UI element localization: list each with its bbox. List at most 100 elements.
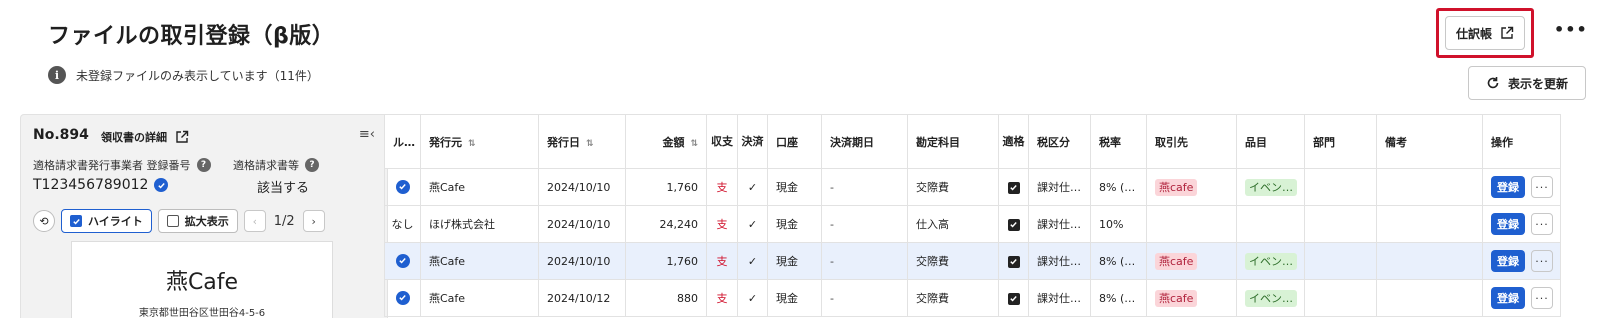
memo-cell[interactable]	[1376, 168, 1483, 206]
inout-cell[interactable]: 支	[706, 168, 738, 206]
memo-cell[interactable]	[1376, 205, 1483, 243]
issuer-cell[interactable]: 燕Cafe	[420, 168, 539, 206]
help-icon[interactable]: ?	[305, 158, 319, 172]
col-rule[interactable]: ル…	[384, 114, 421, 169]
issuer-cell[interactable]: ほげ株式会社	[420, 205, 539, 243]
table-row[interactable]: なし ほげ株式会社 2024/10/10 24,240 支 ✓ 現金 - 仕入高…	[384, 205, 1561, 243]
taxcat-cell[interactable]: 課対仕…	[1028, 168, 1091, 206]
taxcat-cell[interactable]: 課対仕…	[1028, 279, 1091, 317]
rate-cell[interactable]: 10%	[1090, 205, 1147, 243]
rate-cell[interactable]: 8% (…	[1090, 279, 1147, 317]
more-menu-button[interactable]: •••	[1554, 20, 1588, 39]
amount-cell[interactable]: 1,760	[625, 242, 707, 280]
col-inout: 収支	[706, 114, 738, 169]
next-page-button[interactable]: ›	[302, 210, 325, 232]
date-cell[interactable]: 2024/10/10	[538, 242, 626, 280]
dept-cell[interactable]	[1304, 279, 1377, 317]
inout-cell[interactable]: 支	[706, 279, 738, 317]
date-cell[interactable]: 2024/10/12	[538, 279, 626, 317]
checkbox-checked-icon	[1007, 255, 1020, 268]
help-icon[interactable]: ?	[196, 158, 211, 172]
receipt-detail-link[interactable]: 領収書の詳細	[101, 129, 189, 145]
row-more-button[interactable]: ···	[1531, 213, 1553, 235]
issuer-cell[interactable]: 燕Cafe	[420, 279, 539, 317]
action-cell: 登録 ···	[1482, 205, 1561, 243]
register-button[interactable]: 登録	[1491, 213, 1525, 235]
sort-icon[interactable]: ⇅	[468, 139, 476, 149]
rate-cell[interactable]: 8% (…	[1090, 242, 1147, 280]
sort-icon[interactable]: ⇅	[586, 139, 594, 149]
col-due: 決済期日	[821, 114, 908, 169]
memo-cell[interactable]	[1376, 242, 1483, 280]
col-date[interactable]: 発行日 ⇅	[538, 114, 626, 169]
col-rate: 税率	[1090, 114, 1147, 169]
invoice-label-row: 適格請求書等 ?	[233, 157, 319, 173]
subject-cell[interactable]: 交際費	[907, 279, 999, 317]
zoom-label: 拡大表示	[184, 215, 229, 228]
inout-cell[interactable]: 支	[706, 242, 738, 280]
taxcat-cell[interactable]: 課対仕…	[1028, 205, 1091, 243]
partner-cell[interactable]: 燕cafe	[1146, 279, 1237, 317]
item-cell[interactable]: イベン…	[1236, 279, 1305, 317]
register-button[interactable]: 登録	[1491, 250, 1525, 272]
partner-cell[interactable]	[1146, 205, 1237, 243]
action-cell: 登録 ···	[1482, 279, 1561, 317]
rule-applied-icon	[395, 253, 410, 268]
dept-cell[interactable]	[1304, 205, 1377, 243]
amount-cell[interactable]: 880	[625, 279, 707, 317]
taxcat-cell[interactable]: 課対仕…	[1028, 242, 1091, 280]
subject-cell[interactable]: 交際費	[907, 168, 999, 206]
due-cell[interactable]: -	[821, 279, 908, 317]
table-row-selected[interactable]: 燕Cafe 2024/10/10 1,760 支 ✓ 現金 - 交際費 課対仕……	[384, 242, 1561, 280]
rate-cell[interactable]: 8% (…	[1090, 168, 1147, 206]
highlight-toggle[interactable]: ハイライト	[61, 209, 152, 233]
memo-cell[interactable]	[1376, 279, 1483, 317]
sort-icon[interactable]: ⇅	[690, 139, 698, 149]
refresh-button[interactable]: 表示を更新	[1468, 66, 1586, 100]
register-button[interactable]: 登録	[1491, 176, 1525, 198]
row-more-button[interactable]: ···	[1531, 250, 1553, 272]
row-more-button[interactable]: ···	[1531, 176, 1553, 198]
issuer-cell[interactable]: 燕Cafe	[420, 242, 539, 280]
qualified-cell[interactable]	[998, 168, 1029, 206]
item-cell[interactable]: イベン…	[1236, 242, 1305, 280]
row-more-button[interactable]: ···	[1531, 287, 1553, 309]
subject-cell[interactable]: 仕入高	[907, 205, 999, 243]
table-row[interactable]: 燕Cafe 2024/10/10 1,760 支 ✓ 現金 - 交際費 課対仕……	[384, 168, 1561, 206]
register-button[interactable]: 登録	[1491, 287, 1525, 309]
dept-cell[interactable]	[1304, 168, 1377, 206]
collapse-panel-icon[interactable]: ≡‹	[359, 127, 375, 142]
transactions-table: ル… 発行元 ⇅ 発行日 ⇅ 金額 ⇅ 収支 決済 口座 決済期日 勘定科目 適格 税…	[384, 114, 1561, 317]
dept-cell[interactable]	[1304, 242, 1377, 280]
subject-cell[interactable]: 交際費	[907, 242, 999, 280]
table-row[interactable]: 燕Cafe 2024/10/12 880 支 ✓ 現金 - 交際費 課対仕… 8…	[384, 279, 1561, 317]
date-cell[interactable]: 2024/10/10	[538, 205, 626, 243]
item-cell[interactable]: イベン…	[1236, 168, 1305, 206]
external-link-icon	[176, 130, 189, 143]
prev-page-button[interactable]: ‹	[243, 210, 266, 232]
due-cell[interactable]: -	[821, 205, 908, 243]
due-cell[interactable]: -	[821, 242, 908, 280]
amount-cell[interactable]: 1,760	[625, 168, 707, 206]
inout-cell[interactable]: 支	[706, 205, 738, 243]
journal-button[interactable]: 仕訳帳	[1445, 16, 1525, 50]
qualified-cell[interactable]	[998, 242, 1029, 280]
rotate-icon[interactable]: ⟲	[33, 210, 55, 232]
zoom-toggle[interactable]: 拡大表示	[157, 209, 238, 233]
col-issuer[interactable]: 発行元 ⇅	[420, 114, 539, 169]
date-cell[interactable]: 2024/10/10	[538, 168, 626, 206]
partner-cell[interactable]: 燕cafe	[1146, 168, 1237, 206]
qualified-cell[interactable]	[998, 205, 1029, 243]
rule-applied-icon	[395, 179, 410, 194]
item-cell[interactable]	[1236, 205, 1305, 243]
amount-cell[interactable]: 24,240	[625, 205, 707, 243]
col-subject: 勘定科目	[907, 114, 999, 169]
account-cell[interactable]: 現金	[767, 242, 822, 280]
account-cell[interactable]: 現金	[767, 279, 822, 317]
account-cell[interactable]: 現金	[767, 168, 822, 206]
due-cell[interactable]: -	[821, 168, 908, 206]
account-cell[interactable]: 現金	[767, 205, 822, 243]
qualified-cell[interactable]	[998, 279, 1029, 317]
col-amount[interactable]: 金額 ⇅	[625, 114, 707, 169]
partner-cell[interactable]: 燕cafe	[1146, 242, 1237, 280]
